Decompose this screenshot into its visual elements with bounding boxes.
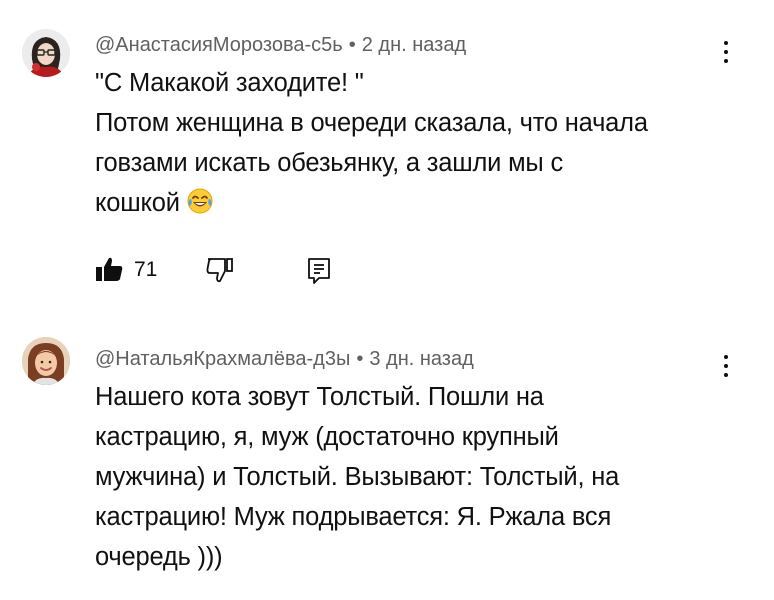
- comment-text-line: говзами искать обезьянку, а зашли мы с: [95, 149, 563, 177]
- comment-text-line: кастрацию, я, муж (достаточно крупный: [95, 423, 559, 451]
- comment-text: "С Макакой заходите! " Потом женщина в о…: [95, 63, 735, 227]
- thumbs-up-icon: [96, 257, 123, 281]
- comment-text-line: очередь ))): [95, 543, 223, 571]
- comment-thread-item: @НатальяКрахмалёва-д3ы • 3 дн. назад Нашег…: [0, 330, 774, 600]
- meta-separator: •: [356, 348, 364, 370]
- comment-thread-item: @АнастасияМорозова-с5ь • 2 дн. назад "С Ма…: [0, 0, 774, 310]
- reply-button[interactable]: [305, 256, 335, 286]
- reply-icon: [308, 258, 330, 284]
- avatar[interactable]: [22, 29, 70, 77]
- comment-time[interactable]: 2 дн. назад: [362, 34, 466, 56]
- comment-text-line: кастрацию! Муж подрывается: Я. Ржала вся: [95, 503, 612, 531]
- avatar-image: [22, 337, 70, 385]
- like-count: 71: [134, 258, 158, 281]
- dislike-button[interactable]: [205, 256, 235, 286]
- comment-text-line: Потом женщина в очереди сказала, что нач…: [95, 109, 648, 137]
- comment-text-fragment: кошкой: [95, 189, 180, 217]
- comment-actions: 71: [95, 250, 395, 286]
- thumbs-down-icon: [206, 258, 233, 283]
- comment-header: @АнастасияМорозова-с5ь • 2 дн. назад: [95, 34, 466, 57]
- author-name[interactable]: @НатальяКрахмалёва-д3ы: [95, 348, 350, 370]
- avatar-image: [22, 29, 70, 77]
- comment-text-line: Нашего кота зовут Толстый. Пошли на: [95, 383, 544, 411]
- comment-time[interactable]: 3 дн. назад: [369, 348, 473, 370]
- author-name[interactable]: @АнастасияМорозова-с5ь: [95, 34, 343, 56]
- comment-header: @НатальяКрахмалёва-д3ы • 3 дн. назад: [95, 348, 474, 371]
- like-button[interactable]: 71: [95, 250, 165, 286]
- comment-text-line-last: кошкой: [95, 183, 735, 227]
- comment-text: Нашего кота зовут Толстый. Пошли на каст…: [95, 377, 735, 577]
- avatar[interactable]: [22, 337, 70, 385]
- meta-separator: •: [348, 34, 356, 56]
- comment-text-line: "С Макакой заходите! ": [95, 69, 364, 97]
- more-vertical-icon: [724, 355, 728, 359]
- comment-text-line: мужчина) и Толстый. Вызывают: Толстый, н…: [95, 463, 620, 491]
- face-with-tears-of-joy-icon: [186, 187, 214, 227]
- more-vertical-icon: [724, 41, 728, 45]
